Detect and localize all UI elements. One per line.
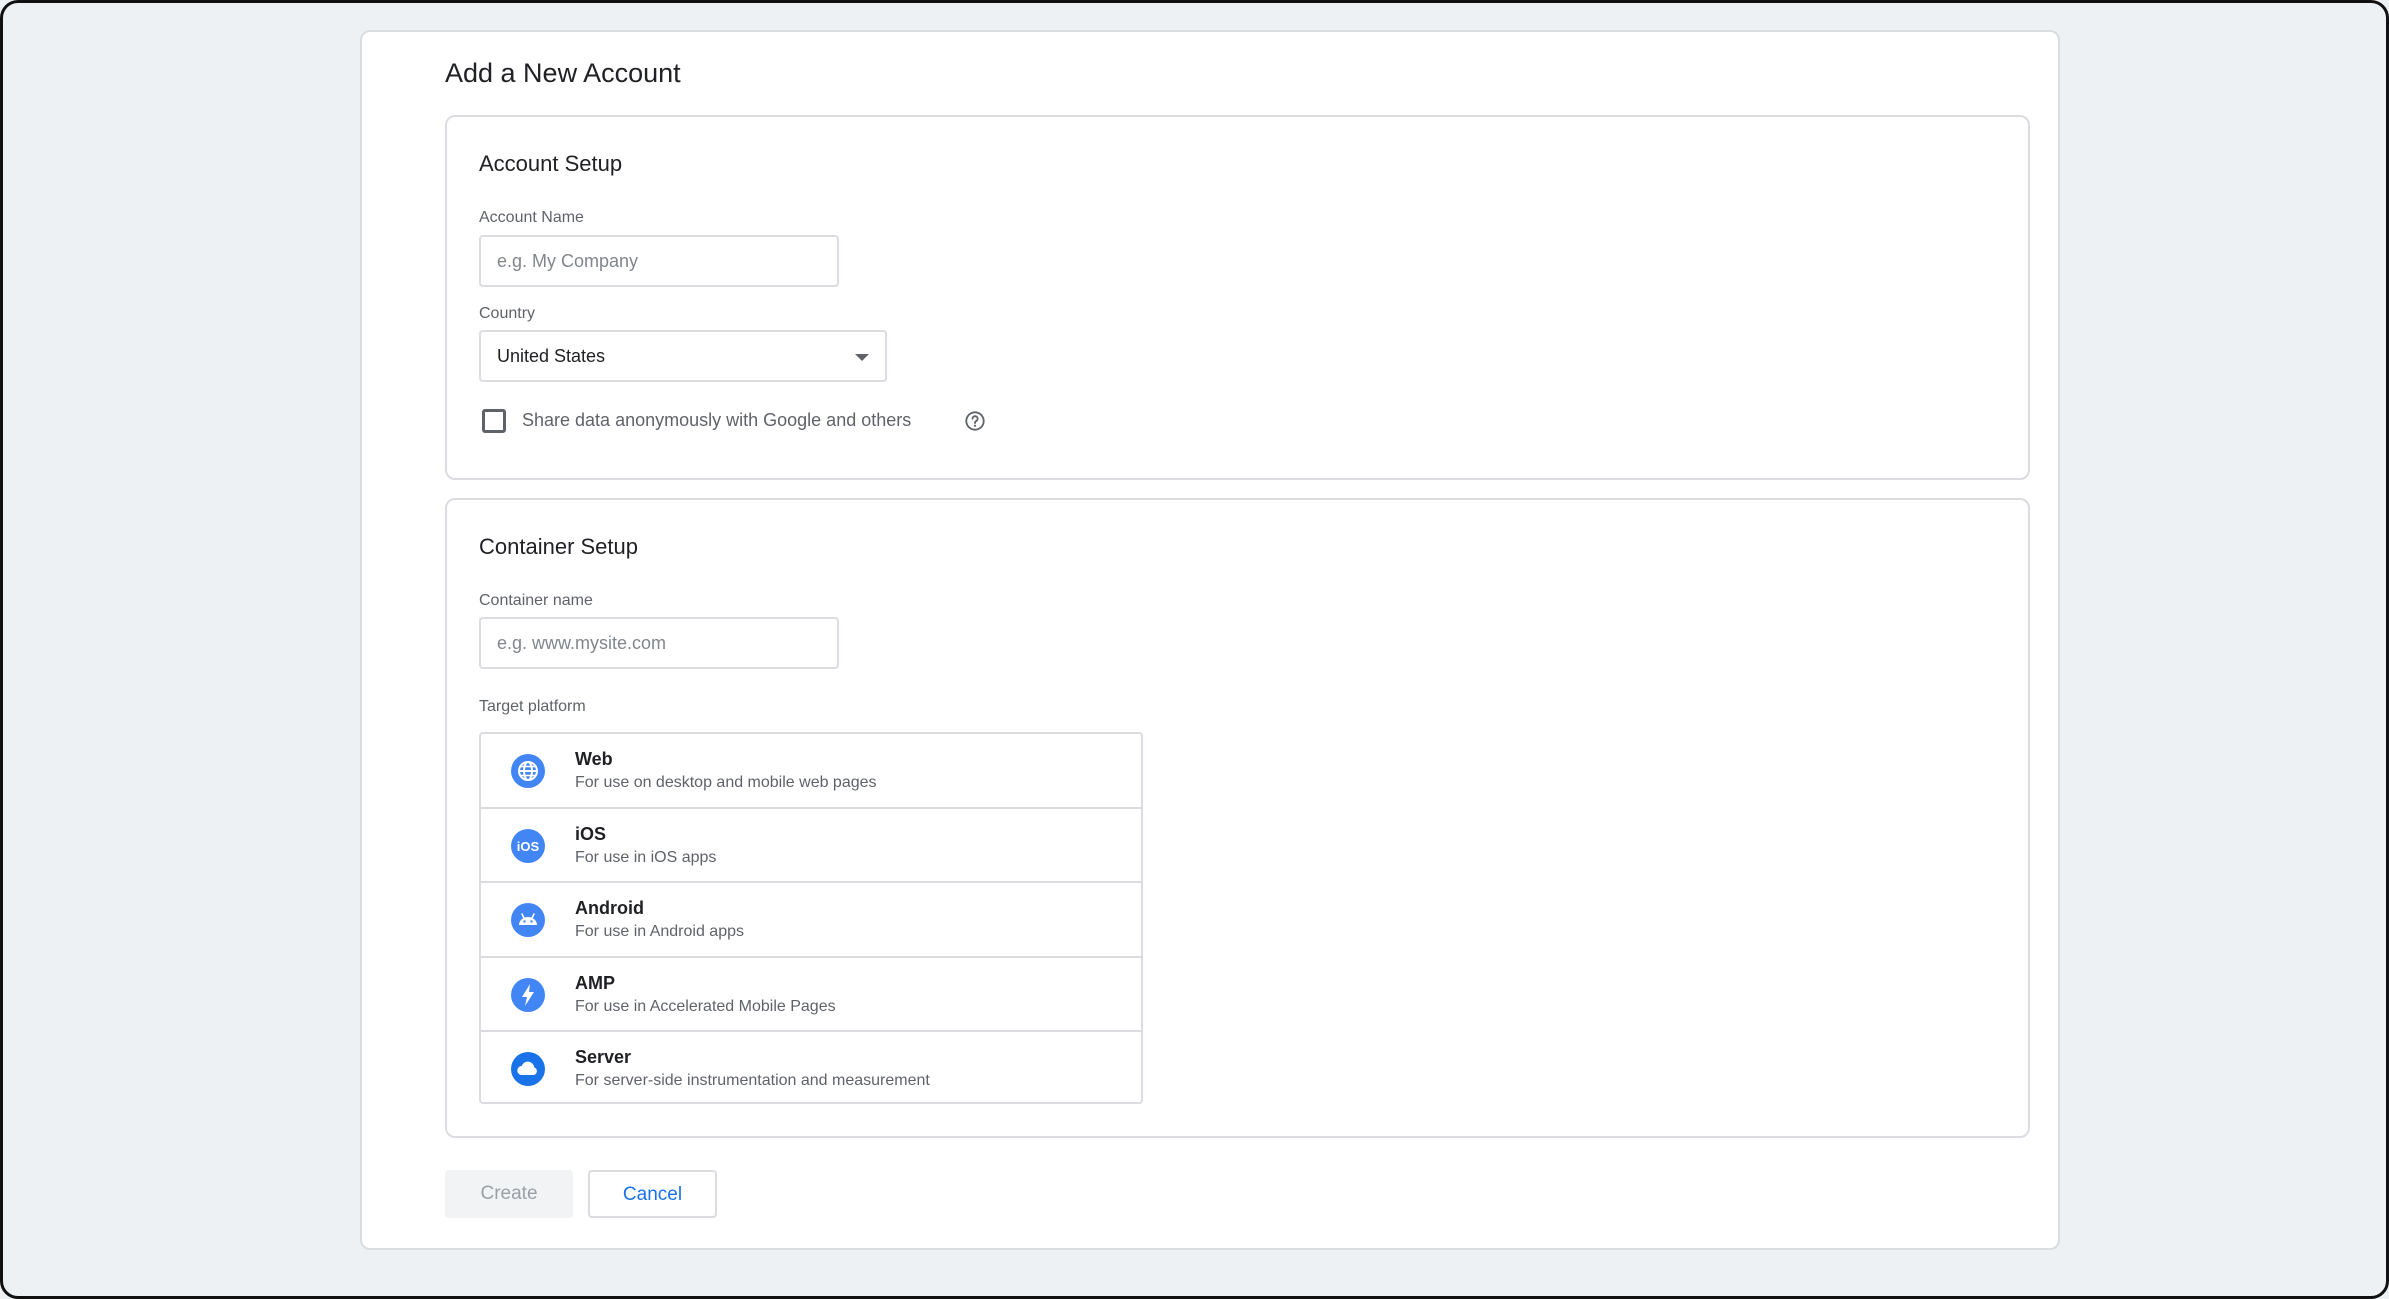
share-data-label[interactable]: Share data anonymously with Google and o…: [522, 410, 911, 431]
platform-server[interactable]: Server For server-side instrumentation a…: [481, 1032, 1141, 1107]
target-platform-list: Web For use on desktop and mobile web pa…: [479, 732, 1143, 1104]
country-label: Country: [479, 305, 536, 322]
account-name-input[interactable]: [479, 235, 839, 287]
ios-icon: iOS: [511, 828, 545, 863]
create-button[interactable]: Create: [445, 1170, 573, 1218]
account-name-label: Account Name: [479, 209, 584, 226]
lightning-icon: [511, 977, 545, 1012]
svg-text:iOS: iOS: [517, 839, 540, 854]
platform-name: iOS: [575, 823, 607, 844]
help-icon[interactable]: [964, 410, 986, 432]
platform-amp[interactable]: AMP For use in Accelerated Mobile Pages: [481, 958, 1141, 1032]
container-setup-card: Container Setup Container name Target pl…: [445, 498, 2030, 1138]
container-name-input[interactable]: [479, 617, 839, 669]
globe-icon: [511, 754, 545, 788]
page-title: Add a New Account: [445, 58, 681, 88]
share-data-checkbox[interactable]: [482, 409, 506, 433]
account-setup-card: Account Setup Account Name Country Unite…: [445, 115, 2030, 480]
platform-description: For use in iOS apps: [575, 848, 717, 866]
target-platform-label: Target platform: [479, 698, 586, 715]
platform-description: For server-side instrumentation and meas…: [575, 1072, 930, 1089]
platform-ios[interactable]: iOS iOS For use in iOS apps: [481, 809, 1141, 883]
platform-description: For use in Android apps: [575, 923, 744, 940]
country-value: United States: [497, 346, 606, 366]
platform-name: Android: [575, 898, 644, 918]
container-name-label: Container name: [479, 592, 593, 609]
chevron-down-icon: [855, 354, 869, 361]
platform-name: AMP: [575, 972, 615, 993]
platform-web[interactable]: Web For use on desktop and mobile web pa…: [481, 734, 1141, 809]
cancel-button[interactable]: Cancel: [588, 1170, 717, 1218]
container-setup-title: Container Setup: [479, 534, 638, 559]
platform-name: Web: [575, 749, 613, 769]
account-setup-title: Account Setup: [479, 151, 623, 176]
platform-android[interactable]: Android For use in Android apps: [481, 883, 1141, 958]
country-select[interactable]: United States: [479, 330, 887, 382]
platform-description: For use on desktop and mobile web pages: [575, 774, 877, 791]
cloud-icon: [511, 1052, 545, 1086]
platform-description: For use in Accelerated Mobile Pages: [575, 997, 836, 1015]
android-icon: [511, 903, 545, 937]
platform-name: Server: [575, 1047, 632, 1067]
